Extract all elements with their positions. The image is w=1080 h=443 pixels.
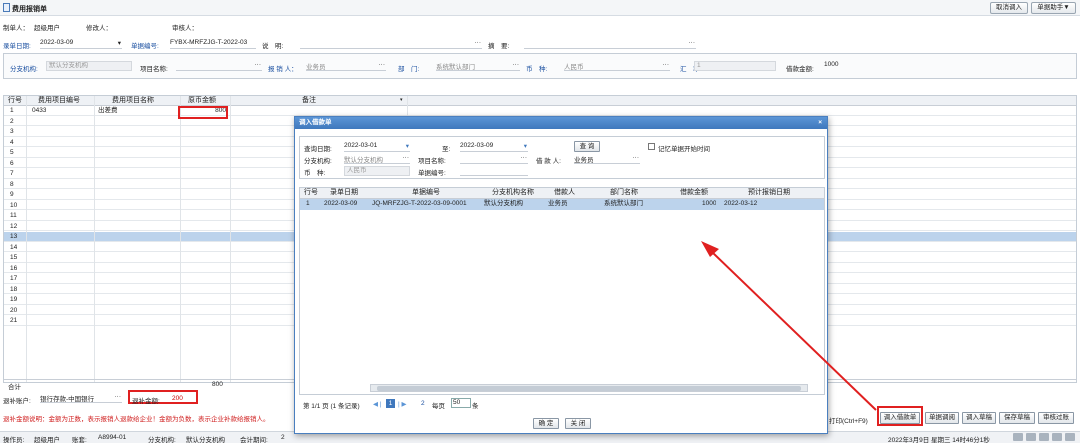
annotation-arrow: [701, 241, 877, 411]
